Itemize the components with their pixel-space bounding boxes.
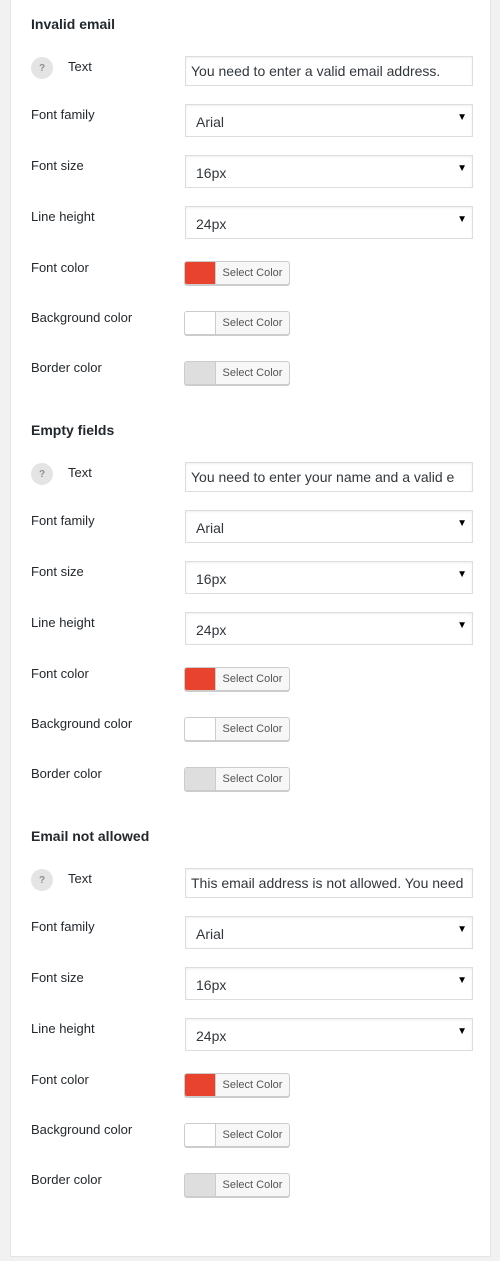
border-color-button[interactable]: Select Color <box>184 361 290 385</box>
font-size-value: 16px <box>196 165 227 181</box>
font-size-label: Font size <box>31 158 84 173</box>
color-swatch <box>185 1074 216 1096</box>
background-color-label: Background color <box>31 1122 133 1137</box>
font-size-select[interactable]: 16px ▼ <box>185 155 473 188</box>
line-height-label: Line height <box>31 615 95 630</box>
font-family-value: Arial <box>196 520 225 536</box>
border-color-label: Border color <box>31 766 102 781</box>
font-family-label: Font family <box>31 513 95 528</box>
text-label: Text <box>68 465 92 480</box>
section-title: Empty fields <box>31 422 115 438</box>
border-color-button[interactable]: Select Color <box>184 767 290 791</box>
font-color-label: Font color <box>31 1072 89 1087</box>
font-size-select[interactable]: 16px ▼ <box>185 967 473 1000</box>
font-color-button[interactable]: Select Color <box>184 667 290 691</box>
font-size-value: 16px <box>196 571 227 587</box>
help-icon[interactable]: ? <box>31 869 53 891</box>
color-swatch <box>185 362 216 384</box>
font-family-value: Arial <box>196 926 225 942</box>
line-height-select[interactable]: 24px ▼ <box>185 1018 473 1051</box>
dropdown-arrow-icon: ▼ <box>457 569 467 580</box>
select-color-label: Select Color <box>222 367 283 379</box>
help-icon[interactable]: ? <box>31 463 53 485</box>
line-height-label: Line height <box>31 1021 95 1036</box>
font-family-select[interactable]: Arial ▼ <box>185 916 473 949</box>
dropdown-arrow-icon: ▼ <box>457 112 467 123</box>
select-color-label: Select Color <box>222 773 283 785</box>
dropdown-arrow-icon: ▼ <box>457 1026 467 1037</box>
font-family-select[interactable]: Arial ▼ <box>185 104 473 137</box>
text-input[interactable] <box>185 462 473 492</box>
font-size-value: 16px <box>196 977 227 993</box>
dropdown-arrow-icon: ▼ <box>457 924 467 935</box>
help-icon[interactable]: ? <box>31 57 53 79</box>
settings-panel: Invalid email ? Text Font family Arial ▼… <box>10 0 491 1257</box>
background-color-label: Background color <box>31 310 133 325</box>
color-swatch <box>185 262 216 284</box>
color-swatch <box>185 312 216 334</box>
dropdown-arrow-icon: ▼ <box>457 518 467 529</box>
border-color-label: Border color <box>31 360 102 375</box>
section-title: Invalid email <box>31 16 116 32</box>
section-invalid-email: Invalid email ? Text Font family Arial ▼… <box>11 0 490 400</box>
dropdown-arrow-icon: ▼ <box>457 214 467 225</box>
background-color-button[interactable]: Select Color <box>184 311 290 335</box>
font-family-value: Arial <box>196 114 225 130</box>
section-empty-fields: Empty fields ? Text Font family Arial ▼ … <box>11 406 490 806</box>
select-color-label: Select Color <box>222 317 283 329</box>
border-color-label: Border color <box>31 1172 102 1187</box>
font-family-select[interactable]: Arial ▼ <box>185 510 473 543</box>
border-color-button[interactable]: Select Color <box>184 1173 290 1197</box>
select-color-label: Select Color <box>222 1179 283 1191</box>
line-height-select[interactable]: 24px ▼ <box>185 612 473 645</box>
color-swatch <box>185 1174 216 1196</box>
dropdown-arrow-icon: ▼ <box>457 620 467 631</box>
select-color-label: Select Color <box>222 673 283 685</box>
font-color-label: Font color <box>31 260 89 275</box>
text-input[interactable] <box>185 56 473 86</box>
select-color-label: Select Color <box>222 1129 283 1141</box>
line-height-value: 24px <box>196 216 227 232</box>
font-family-label: Font family <box>31 919 95 934</box>
dropdown-arrow-icon: ▼ <box>457 975 467 986</box>
line-height-select[interactable]: 24px ▼ <box>185 206 473 239</box>
color-swatch <box>185 1124 216 1146</box>
line-height-value: 24px <box>196 622 227 638</box>
background-color-button[interactable]: Select Color <box>184 717 290 741</box>
font-color-button[interactable]: Select Color <box>184 1073 290 1097</box>
line-height-value: 24px <box>196 1028 227 1044</box>
color-swatch <box>185 768 216 790</box>
font-size-label: Font size <box>31 564 84 579</box>
font-color-button[interactable]: Select Color <box>184 261 290 285</box>
text-label: Text <box>68 871 92 886</box>
select-color-label: Select Color <box>222 267 283 279</box>
background-color-button[interactable]: Select Color <box>184 1123 290 1147</box>
text-label: Text <box>68 59 92 74</box>
color-swatch <box>185 668 216 690</box>
font-size-label: Font size <box>31 970 84 985</box>
select-color-label: Select Color <box>222 1079 283 1091</box>
select-color-label: Select Color <box>222 723 283 735</box>
background-color-label: Background color <box>31 716 133 731</box>
line-height-label: Line height <box>31 209 95 224</box>
text-input[interactable] <box>185 868 473 898</box>
font-color-label: Font color <box>31 666 89 681</box>
section-title: Email not allowed <box>31 828 150 844</box>
font-size-select[interactable]: 16px ▼ <box>185 561 473 594</box>
font-family-label: Font family <box>31 107 95 122</box>
section-email-not-allowed: Email not allowed ? Text Font family Ari… <box>11 812 490 1212</box>
color-swatch <box>185 718 216 740</box>
dropdown-arrow-icon: ▼ <box>457 163 467 174</box>
